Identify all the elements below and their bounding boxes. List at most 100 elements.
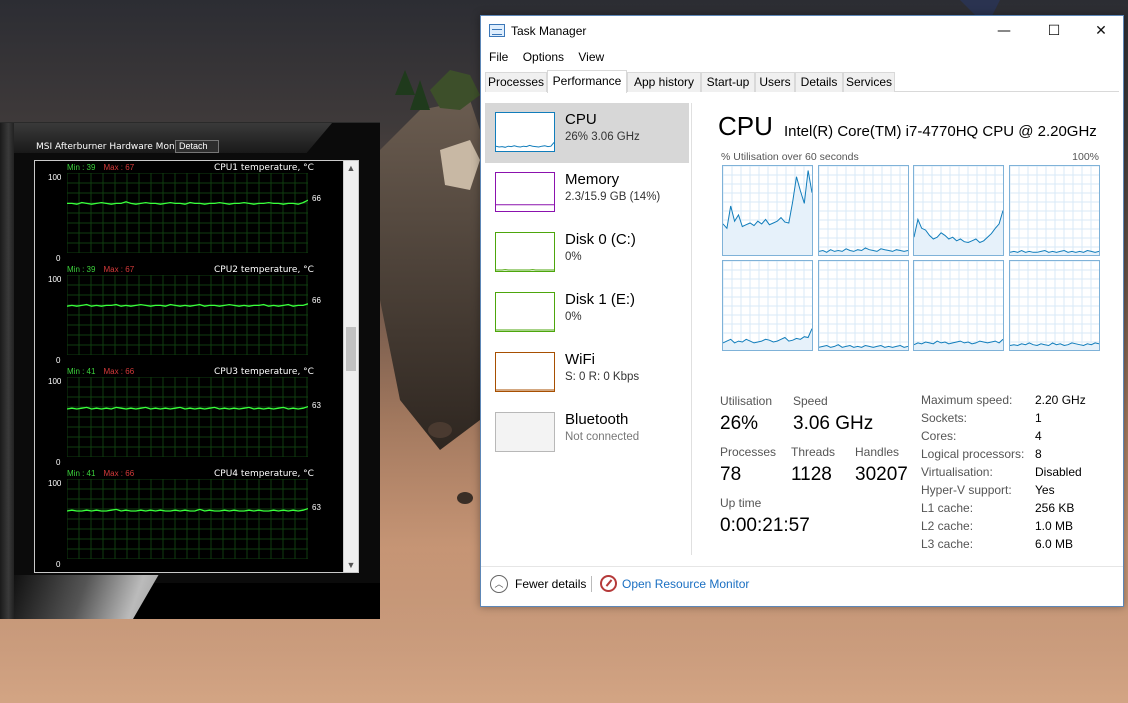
cpu-detail-pane: CPU Intel(R) Core(TM) i7-4770HQ CPU @ 2.… — [701, 93, 1121, 563]
sidebar-item-thumbnail — [495, 292, 555, 332]
graph-y-bottom: 0 — [56, 356, 61, 365]
minimize-button[interactable]: — — [981, 16, 1027, 46]
graph-min-max: Min : 41 Max : 66 — [67, 367, 134, 376]
uptime-label: Up time — [720, 496, 762, 510]
menu-view[interactable]: View — [578, 47, 604, 67]
tab-start-up[interactable]: Start-up — [701, 72, 755, 92]
sidebar-item[interactable]: Memory 2.3/15.9 GB (14%) — [485, 163, 689, 223]
fewer-details-link[interactable]: Fewer details — [515, 577, 586, 591]
utilisation-graph-label: % Utilisation over 60 seconds — [721, 151, 859, 163]
sidebar-item[interactable]: Bluetooth Not connected — [485, 403, 689, 463]
menu-options[interactable]: Options — [523, 47, 564, 67]
graph-current-value: 66 — [312, 194, 321, 204]
core-graph — [722, 165, 813, 256]
sidebar-item[interactable]: WiFi S: 0 R: 0 Kbps — [485, 343, 689, 403]
afterburner-window: MSI Afterburner Hardware Monitor Detach … — [0, 122, 380, 619]
sidebar-item-name: Disk 1 (E:) — [565, 291, 636, 308]
graph-name: CPU1 temperature, °C — [214, 163, 314, 173]
core-graph — [1008, 260, 1100, 351]
graph-name: CPU3 temperature, °C — [214, 367, 314, 377]
core-graph-plot — [913, 260, 1004, 350]
graph-y-top: 100 — [48, 377, 62, 386]
threads-label: Threads — [791, 445, 836, 459]
sidebar-item-name: CPU — [565, 111, 597, 128]
speed-label: Speed — [793, 394, 828, 408]
graph-min-max: Min : 39 Max : 67 — [67, 163, 134, 172]
resource-monitor-icon[interactable] — [600, 575, 617, 592]
open-resource-monitor-link[interactable]: Open Resource Monitor — [622, 577, 749, 591]
cpu-model: Intel(R) Core(TM) i7-4770HQ CPU @ 2.20GH… — [784, 123, 1097, 140]
hardware-monitor-panel[interactable]: Min : 39 Max : 67 CPU1 temperature, °C 100 0… — [34, 160, 359, 573]
afterburner-frame — [0, 123, 14, 619]
sidebar-sparkline — [496, 329, 554, 331]
tab-performance[interactable]: Performance — [547, 70, 627, 93]
performance-content: CPU 26% 3.06 GHz Memory 2.3/15.9 GB (14%) Di… — [481, 93, 1123, 563]
sidebar-sparkline — [496, 204, 554, 206]
tab-services[interactable]: Services — [843, 72, 895, 92]
sidebar-item[interactable]: Disk 0 (C:) 0% — [485, 223, 689, 283]
menu-file[interactable]: File — [489, 47, 508, 67]
graph-plot — [67, 275, 308, 355]
processes-label: Processes — [720, 445, 777, 459]
sparkline-series — [495, 142, 555, 148]
scrollbar-thumb[interactable] — [346, 327, 356, 371]
tab-details[interactable]: Details — [795, 72, 843, 92]
sidebar-item-subtitle: 2.3/15.9 GB (14%) — [565, 191, 661, 203]
spec-key: Virtualisation: — [921, 465, 993, 479]
core-graph-plot — [1009, 260, 1099, 350]
utilisation-max-label: 100% — [1072, 151, 1099, 163]
scroll-up-arrow-icon[interactable]: ▲ — [344, 161, 358, 175]
graph-min-max: Min : 41 Max : 66 — [67, 469, 134, 478]
spec-value: 6.0 MB — [1035, 537, 1074, 551]
monitor-scrollbar[interactable]: ▲ ▼ — [343, 161, 358, 572]
detach-button[interactable]: Detach — [175, 140, 219, 153]
sidebar-item-name: Memory — [565, 171, 620, 188]
spec-value: Disabled — [1035, 465, 1082, 479]
graph-y-bottom: 0 — [56, 458, 61, 467]
afterburner-title: MSI Afterburner Hardware Monitor — [36, 142, 190, 152]
spec-key: Cores: — [921, 429, 957, 443]
footer-divider — [591, 576, 592, 592]
core-graph-plot — [818, 165, 908, 255]
sidebar-item-name: WiFi — [565, 351, 595, 368]
spec-value: 8 — [1035, 447, 1042, 461]
sidebar-item[interactable]: Disk 1 (E:) 0% — [485, 283, 689, 343]
graph-min-max: Min : 39 Max : 67 — [67, 265, 134, 274]
spec-key: L3 cache: — [921, 537, 974, 551]
graph-name: CPU4 temperature, °C — [214, 469, 314, 479]
graph-y-top: 100 — [48, 275, 62, 284]
sidebar-item-thumbnail — [495, 112, 555, 152]
temperature-graph: Min : 41 Max : 66 CPU3 temperature, °C 100 0… — [35, 367, 343, 468]
graph-max-label: Max : 67 — [103, 265, 135, 274]
window-title: Task Manager — [511, 24, 587, 38]
graph-y-top: 100 — [48, 479, 62, 488]
spec-value: 4 — [1035, 429, 1042, 443]
utilisation-label: Utilisation — [720, 394, 773, 408]
graph-current-value: 66 — [312, 296, 321, 306]
graph-min-label: Min : 39 — [67, 163, 96, 172]
tab-users[interactable]: Users — [755, 72, 795, 92]
sidebar-item-name: Disk 0 (C:) — [565, 231, 636, 248]
graph-min-label: Min : 39 — [67, 265, 96, 274]
sidebar-sparkline — [496, 269, 554, 271]
sidebar-item[interactable]: CPU 26% 3.06 GHz — [485, 103, 689, 163]
spec-value: 1.0 MB — [1035, 519, 1074, 533]
sidebar-item-thumbnail — [495, 172, 555, 212]
spec-key: Maximum speed: — [921, 393, 1013, 407]
core-graph-plot — [913, 165, 1004, 255]
spec-key: L2 cache: — [921, 519, 974, 533]
close-button[interactable]: ✕ — [1078, 16, 1124, 46]
sidebar-item-subtitle: Not connected — [565, 431, 640, 443]
chevron-up-icon[interactable]: ︿ — [490, 575, 508, 593]
core-graph — [913, 165, 1004, 256]
maximize-button[interactable]: ☐ — [1031, 16, 1077, 46]
core-graph — [1008, 165, 1100, 256]
tab-app-history[interactable]: App history — [627, 72, 701, 92]
title-bar[interactable]: Task Manager — ☐ ✕ — [481, 16, 1123, 46]
temperature-graph: Min : 39 Max : 67 CPU1 temperature, °C 100 0… — [35, 163, 343, 264]
handles-value: 30207 — [855, 464, 908, 485]
scroll-down-arrow-icon[interactable]: ▼ — [344, 558, 358, 572]
graph-max-label: Max : 67 — [103, 163, 135, 172]
tab-processes[interactable]: Processes — [485, 72, 547, 92]
spec-value: 1 — [1035, 411, 1042, 425]
